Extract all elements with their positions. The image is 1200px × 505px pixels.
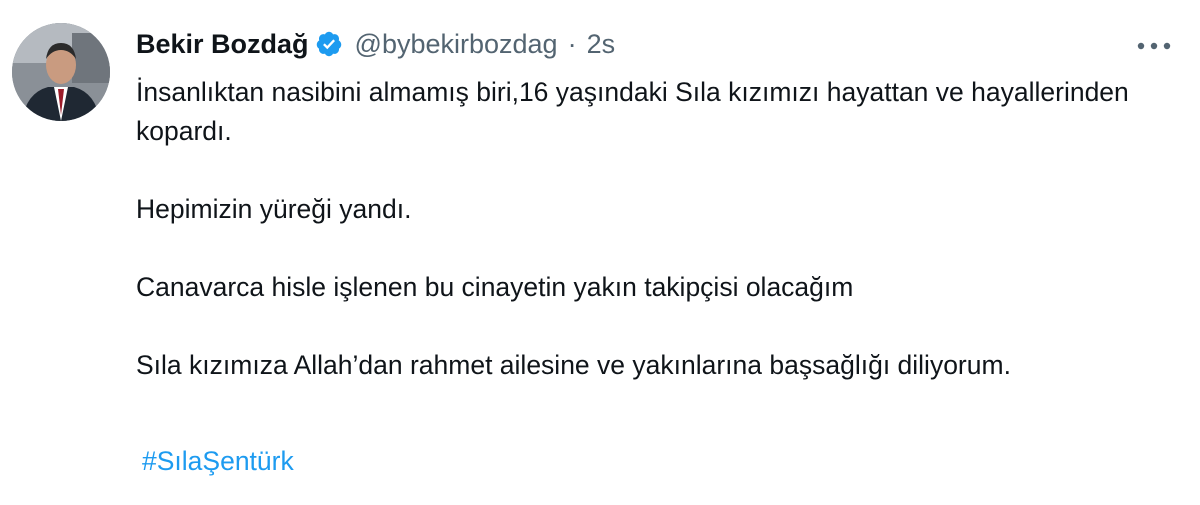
more-options-button[interactable]: [1130, 30, 1178, 62]
tweet-paragraph: Hepimizin yüreği yandı.: [136, 194, 412, 224]
tweet-paragraph: Sıla kızımıza Allah’dan rahmet ailesine …: [136, 350, 1011, 380]
hashtag-link[interactable]: #SılaŞentürk: [142, 442, 294, 481]
tweet-header: Bekir Bozdağ @bybekirbozdag · 2s: [136, 22, 615, 66]
author-display-name[interactable]: Bekir Bozdağ: [136, 29, 309, 60]
avatar[interactable]: [12, 23, 110, 121]
avatar-image: [12, 23, 110, 121]
verified-badge-icon: [315, 30, 343, 58]
more-options-icon: [1137, 42, 1171, 50]
tweet-text: İnsanlıktan nasibini almamış biri,16 yaş…: [136, 73, 1176, 385]
tweet-paragraph: İnsanlıktan nasibini almamış biri,16 yaş…: [136, 77, 1129, 146]
tweet-paragraph: Canavarca hisle işlenen bu cinayetin yak…: [136, 272, 854, 302]
tweet-card: Bekir Bozdağ @bybekirbozdag · 2s İnsanlı…: [0, 0, 1200, 505]
tweet-timestamp[interactable]: 2s: [587, 29, 616, 60]
author-handle[interactable]: @bybekirbozdag: [355, 29, 558, 60]
header-separator: ·: [567, 28, 577, 59]
